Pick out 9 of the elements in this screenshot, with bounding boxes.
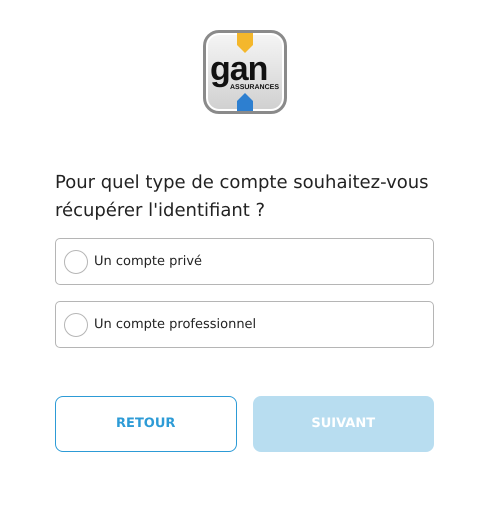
arrow-up-icon: [234, 93, 254, 111]
account-type-option[interactable]: Un compte privé: [55, 238, 434, 285]
arrow-down-icon: [234, 33, 254, 53]
account-type-option[interactable]: Un compte professionnel: [55, 301, 434, 348]
radio-button[interactable]: [64, 312, 88, 336]
option-label: Un compte professionnel: [94, 316, 256, 334]
question-text: Pour quel type de compte souhaitez-vous récupérer l'identifiant ?: [55, 171, 430, 223]
radio-button[interactable]: [64, 250, 88, 274]
option-label: Un compte privé: [94, 252, 202, 271]
